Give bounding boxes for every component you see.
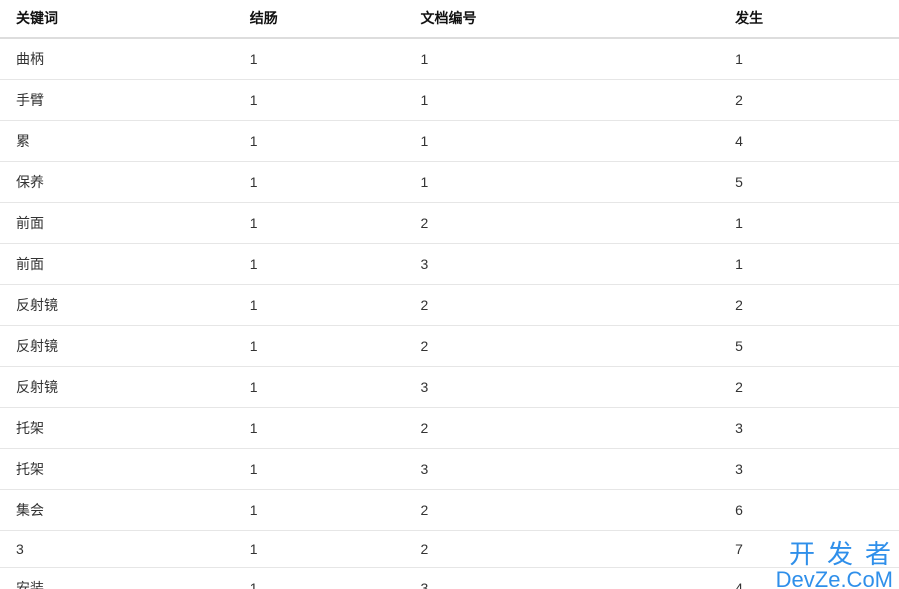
cell: 1 bbox=[234, 162, 405, 203]
cell: 手臂 bbox=[0, 80, 234, 121]
cell: 反射镜 bbox=[0, 285, 234, 326]
cell: 1 bbox=[719, 244, 899, 285]
cell: 反射镜 bbox=[0, 326, 234, 367]
cell: 5 bbox=[719, 326, 899, 367]
cell: 1 bbox=[234, 38, 405, 80]
cell: 2 bbox=[719, 285, 899, 326]
table-body: 曲柄111手臂112累114保养115前面121前面131反射镜122反射镜12… bbox=[0, 38, 899, 589]
cell: 2 bbox=[405, 203, 720, 244]
cell: 曲柄 bbox=[0, 38, 234, 80]
cell: 1 bbox=[719, 38, 899, 80]
cell: 1 bbox=[234, 449, 405, 490]
cell: 1 bbox=[719, 203, 899, 244]
cell: 保养 bbox=[0, 162, 234, 203]
col-header-colon: 结肠 bbox=[234, 0, 405, 38]
cell: 1 bbox=[234, 80, 405, 121]
table-row: 托架123 bbox=[0, 408, 899, 449]
cell: 2 bbox=[719, 367, 899, 408]
cell: 集会 bbox=[0, 490, 234, 531]
cell: 3 bbox=[719, 449, 899, 490]
cell: 7 bbox=[719, 531, 899, 568]
cell: 3 bbox=[405, 568, 720, 589]
table-row: 集会126 bbox=[0, 490, 899, 531]
cell: 1 bbox=[405, 121, 720, 162]
data-table: 关键词 结肠 文档编号 发生 曲柄111手臂112累114保养115前面121前… bbox=[0, 0, 899, 589]
cell: 2 bbox=[405, 531, 720, 568]
cell: 1 bbox=[234, 326, 405, 367]
cell: 2 bbox=[405, 285, 720, 326]
cell: 1 bbox=[234, 121, 405, 162]
cell: 3 bbox=[719, 408, 899, 449]
cell: 4 bbox=[719, 568, 899, 589]
table-row: 安装134 bbox=[0, 568, 899, 589]
table-row: 曲柄111 bbox=[0, 38, 899, 80]
table-row: 反射镜125 bbox=[0, 326, 899, 367]
cell: 1 bbox=[405, 38, 720, 80]
cell: 1 bbox=[405, 162, 720, 203]
cell: 6 bbox=[719, 490, 899, 531]
col-header-occur: 发生 bbox=[719, 0, 899, 38]
col-header-keyword: 关键词 bbox=[0, 0, 234, 38]
cell: 3 bbox=[0, 531, 234, 568]
table-row: 反射镜132 bbox=[0, 367, 899, 408]
table-row: 托架133 bbox=[0, 449, 899, 490]
table-row: 手臂112 bbox=[0, 80, 899, 121]
cell: 前面 bbox=[0, 244, 234, 285]
table-header: 关键词 结肠 文档编号 发生 bbox=[0, 0, 899, 38]
table-row: 3127 bbox=[0, 531, 899, 568]
cell: 1 bbox=[234, 367, 405, 408]
table-row: 前面131 bbox=[0, 244, 899, 285]
cell: 托架 bbox=[0, 449, 234, 490]
cell: 累 bbox=[0, 121, 234, 162]
cell: 前面 bbox=[0, 203, 234, 244]
cell: 3 bbox=[405, 367, 720, 408]
cell: 3 bbox=[405, 244, 720, 285]
cell: 2 bbox=[719, 80, 899, 121]
cell: 1 bbox=[234, 568, 405, 589]
table-row: 累114 bbox=[0, 121, 899, 162]
cell: 1 bbox=[234, 244, 405, 285]
cell: 2 bbox=[405, 490, 720, 531]
cell: 1 bbox=[234, 490, 405, 531]
cell: 5 bbox=[719, 162, 899, 203]
cell: 2 bbox=[405, 408, 720, 449]
cell: 2 bbox=[405, 326, 720, 367]
cell: 安装 bbox=[0, 568, 234, 589]
cell: 1 bbox=[405, 80, 720, 121]
cell: 1 bbox=[234, 408, 405, 449]
cell: 1 bbox=[234, 531, 405, 568]
cell: 1 bbox=[234, 203, 405, 244]
col-header-docid: 文档编号 bbox=[405, 0, 720, 38]
cell: 托架 bbox=[0, 408, 234, 449]
table-row: 前面121 bbox=[0, 203, 899, 244]
table-row: 反射镜122 bbox=[0, 285, 899, 326]
cell: 反射镜 bbox=[0, 367, 234, 408]
table-row: 保养115 bbox=[0, 162, 899, 203]
cell: 4 bbox=[719, 121, 899, 162]
cell: 1 bbox=[234, 285, 405, 326]
cell: 3 bbox=[405, 449, 720, 490]
